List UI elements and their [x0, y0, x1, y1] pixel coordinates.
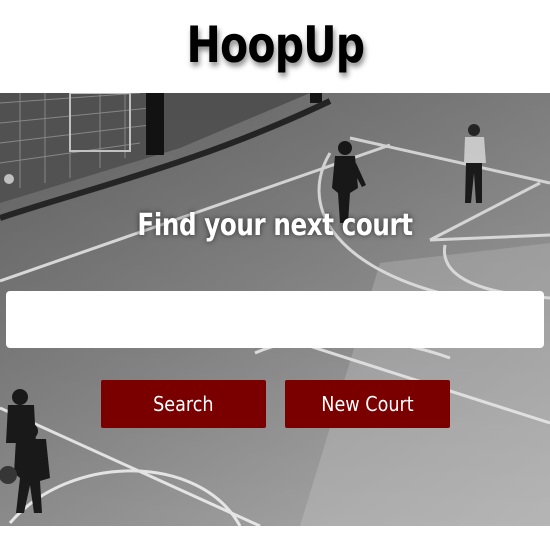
- app-title: HoopUp: [186, 15, 365, 74]
- page-footer: [0, 526, 550, 550]
- court-search-input[interactable]: [6, 291, 544, 348]
- hero-section: Find your next court Search New Court: [0, 93, 550, 526]
- new-court-button-label: New Court: [321, 392, 414, 416]
- app-header: HoopUp: [0, 0, 550, 93]
- new-court-button[interactable]: New Court: [285, 380, 450, 428]
- search-button[interactable]: Search: [101, 380, 266, 428]
- hero-headline: Find your next court: [137, 208, 413, 243]
- search-button-label: Search: [153, 392, 214, 416]
